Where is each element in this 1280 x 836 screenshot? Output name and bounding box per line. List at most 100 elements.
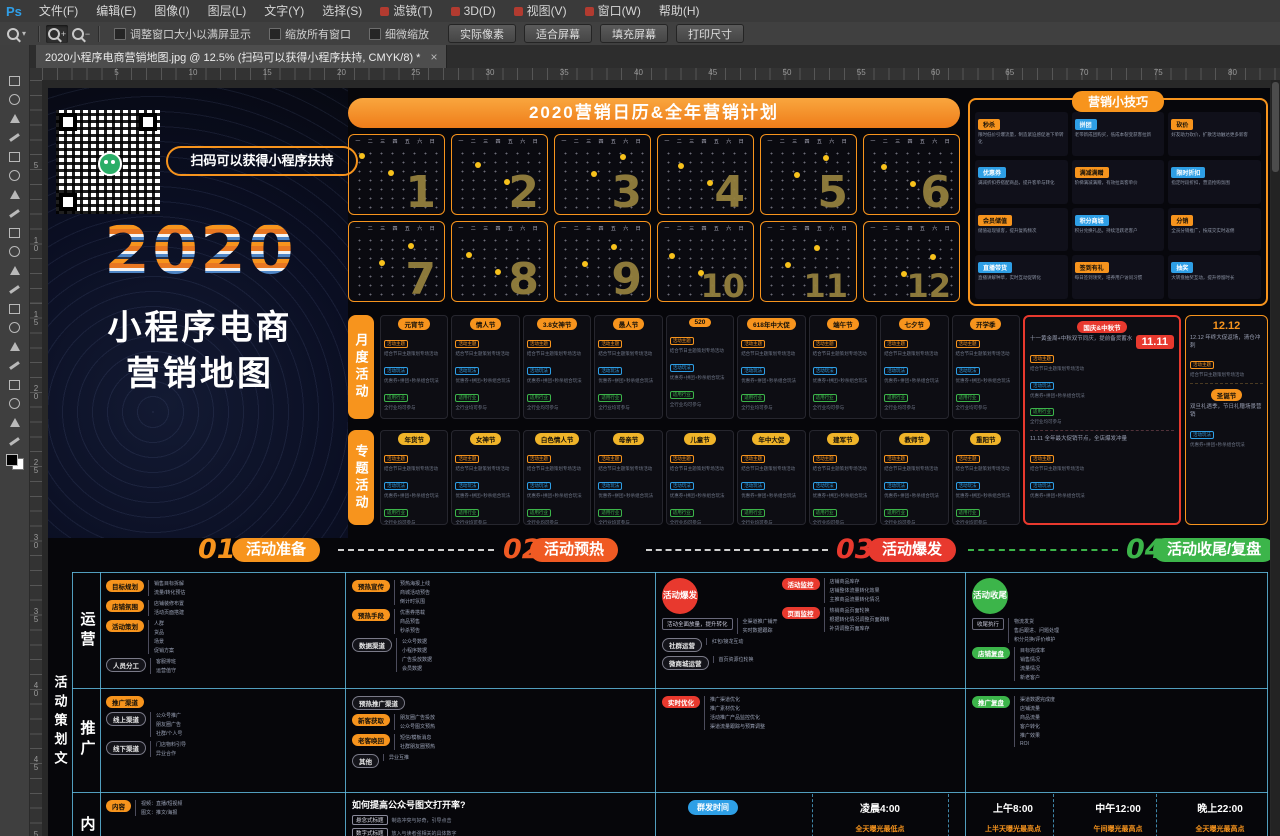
month-number: 3 <box>611 167 642 215</box>
event-section: 适用行业全行业均可参与 <box>455 501 515 525</box>
menu-item[interactable]: 滤镜(T) <box>371 0 441 22</box>
healing-brush-tool[interactable] <box>2 185 28 204</box>
divider <box>1190 383 1263 384</box>
zoom-in-button[interactable]: + <box>46 25 68 43</box>
document-tab-title: 2020小程序电商营销地图.jpg @ 12.5% (扫码可以获得小程序扶持, … <box>45 49 420 65</box>
event-section: 适用行业全行业均可参与 <box>384 386 444 411</box>
menu-plugin-icon <box>380 7 389 16</box>
tip-card-title: 砍价 <box>1171 119 1193 130</box>
foreground-color-swatch[interactable] <box>6 454 18 466</box>
move-tool[interactable] <box>2 71 28 90</box>
actual-pixels-button[interactable]: 实际像素 <box>448 24 516 43</box>
menu-item[interactable]: 文件(F) <box>30 0 87 22</box>
hand-tool[interactable] <box>2 413 28 432</box>
quick-selection-tool[interactable] <box>2 128 28 147</box>
crop-tool[interactable] <box>2 147 28 166</box>
tip-card: 签到有礼每日签到领奖，培养用户访问习惯 <box>1072 255 1165 299</box>
event-detail: 全行业均可参与 <box>527 405 587 411</box>
zoom-tool-preset[interactable]: ▾ <box>0 28 33 40</box>
stage-circle-node: 活动爆发 <box>662 578 698 614</box>
ruler-number: 60 <box>931 68 940 77</box>
option-checkbox[interactable]: 缩放所有窗口 <box>269 26 351 42</box>
event-badge: 活动玩法 <box>1030 482 1054 490</box>
history-brush-tool[interactable] <box>2 242 28 261</box>
event-card: 白色情人节活动主题结合节日主题策划专场活动活动玩法优惠券+拼团+秒杀组合玩法适用… <box>523 430 591 525</box>
content-tip-line: 悬念式标题制造冲突与好奇，引导点击 <box>352 815 650 825</box>
mindmap-node: 其他 <box>352 754 379 768</box>
mindmap-leaf: 会员数据 <box>402 665 432 672</box>
pen-tool[interactable] <box>2 337 28 356</box>
type-tool[interactable] <box>2 356 28 375</box>
mindmap-branch: 公众号数据小程序数据广告投放数据会员数据 <box>396 638 432 672</box>
event-section: 活动主题结合节日主题策划专场活动 <box>741 332 801 357</box>
event-section: 活动玩法优惠券+拼团+秒杀组合玩法 <box>741 474 801 499</box>
highlight-date-dot <box>794 172 800 178</box>
shape-tool-icon <box>9 398 20 409</box>
event-badge: 适用行业 <box>455 509 479 517</box>
fit-screen-button[interactable]: 适合屏幕 <box>524 24 592 43</box>
menu-item[interactable]: 3D(D) <box>442 0 505 22</box>
fill-screen-button[interactable]: 填充屏幕 <box>600 24 668 43</box>
shape-tool[interactable] <box>2 394 28 413</box>
menu-item[interactable]: 窗口(W) <box>576 0 650 22</box>
hand-tool-icon <box>10 418 20 427</box>
tip-card-title: 满减满赠 <box>1075 167 1109 178</box>
event-name: 白色情人节 <box>535 433 580 445</box>
ruler-number: 45 <box>30 756 42 772</box>
highlight-date-dot <box>669 253 675 259</box>
mindmap-leaf: 朋友圈广告 <box>156 721 182 728</box>
marquee-tool[interactable] <box>2 90 28 109</box>
eyedropper-tool[interactable] <box>2 166 28 185</box>
mindmap-cluster: 老客唤回短信/模板消息社群朋友圈预热 <box>352 734 435 750</box>
menu-item[interactable]: 编辑(E) <box>87 0 145 22</box>
event-name: 建军节 <box>827 433 859 445</box>
clone-stamp-tool[interactable] <box>2 223 28 242</box>
option-checkbox[interactable]: 调整窗口大小以满屏显示 <box>114 26 251 42</box>
menu-item[interactable]: 文字(Y) <box>255 0 313 22</box>
menu-item[interactable]: 帮助(H) <box>650 0 709 22</box>
event-detail: 优惠券+拼团+秒杀组合玩法 <box>527 378 587 384</box>
checkbox-label: 细微缩放 <box>385 26 429 42</box>
zoom-out-button[interactable]: − <box>70 25 92 43</box>
color-swatches[interactable] <box>6 454 24 470</box>
path-select-tool[interactable] <box>2 375 28 394</box>
event-detail: 结合节日主题策划专场活动 <box>956 466 1016 472</box>
timeline-separator <box>948 794 949 836</box>
zoom-tool[interactable] <box>2 432 28 451</box>
highlight-date-dot <box>504 179 510 185</box>
gradient-tool[interactable] <box>2 280 28 299</box>
event-card: 儿童节活动主题结合节日主题策划专场活动活动玩法优惠券+拼团+秒杀组合玩法适用行业… <box>666 430 734 525</box>
tip-card-desc: 满减折扣券搭配商品，提升客单与转化 <box>978 180 1065 187</box>
tab-close-icon[interactable]: × <box>430 50 437 64</box>
month-number: 12 <box>906 267 951 302</box>
lasso-tool[interactable] <box>2 109 28 128</box>
option-checkbox[interactable]: 细微缩放 <box>369 26 429 42</box>
monthly-activities-row: 元宵节活动主题结合节日主题策划专场活动活动玩法优惠券+拼团+秒杀组合玩法适用行业… <box>380 315 1020 419</box>
dodge-tool[interactable] <box>2 318 28 337</box>
ruler-number: 10 <box>189 68 198 77</box>
mindmap-leaf: 倒计时氛围 <box>400 598 430 605</box>
blur-tool[interactable] <box>2 299 28 318</box>
mindmap-cluster: 预热推广渠道 <box>352 696 435 710</box>
weekday-header: 一 二 三 四 五 六 日 <box>662 225 749 232</box>
ruler-number: 75 <box>1154 68 1163 77</box>
document-tab[interactable]: 2020小程序电商营销地图.jpg @ 12.5% (扫码可以获得小程序扶持, … <box>36 45 447 68</box>
print-size-button[interactable]: 打印尺寸 <box>676 24 744 43</box>
menu-item[interactable]: 视图(V) <box>505 0 576 22</box>
double11-badge: 11.11 <box>1136 335 1174 349</box>
brush-tool-icon <box>9 209 20 218</box>
event-badge: 活动玩法 <box>1190 431 1214 439</box>
event-detail: 12.12 年终大促返场，清仓冲刺 <box>1190 335 1263 350</box>
menu-item[interactable]: 图层(L) <box>199 0 256 22</box>
event-badge: 活动玩法 <box>670 364 694 372</box>
scrollbar-thumb[interactable] <box>1272 82 1279 172</box>
menu-item[interactable]: 图像(I) <box>145 0 198 22</box>
vertical-scrollbar[interactable] <box>1271 80 1280 836</box>
brush-tool[interactable] <box>2 204 28 223</box>
event-detail: 全行业均可参与 <box>884 520 944 525</box>
event-name: 重阳节 <box>970 433 1002 445</box>
eraser-tool[interactable] <box>2 261 28 280</box>
event-detail: 全行业均可参与 <box>956 405 1016 411</box>
menu-item[interactable]: 选择(S) <box>313 0 371 22</box>
mindmap-leaf: 社群朋友圈预热 <box>400 743 435 750</box>
